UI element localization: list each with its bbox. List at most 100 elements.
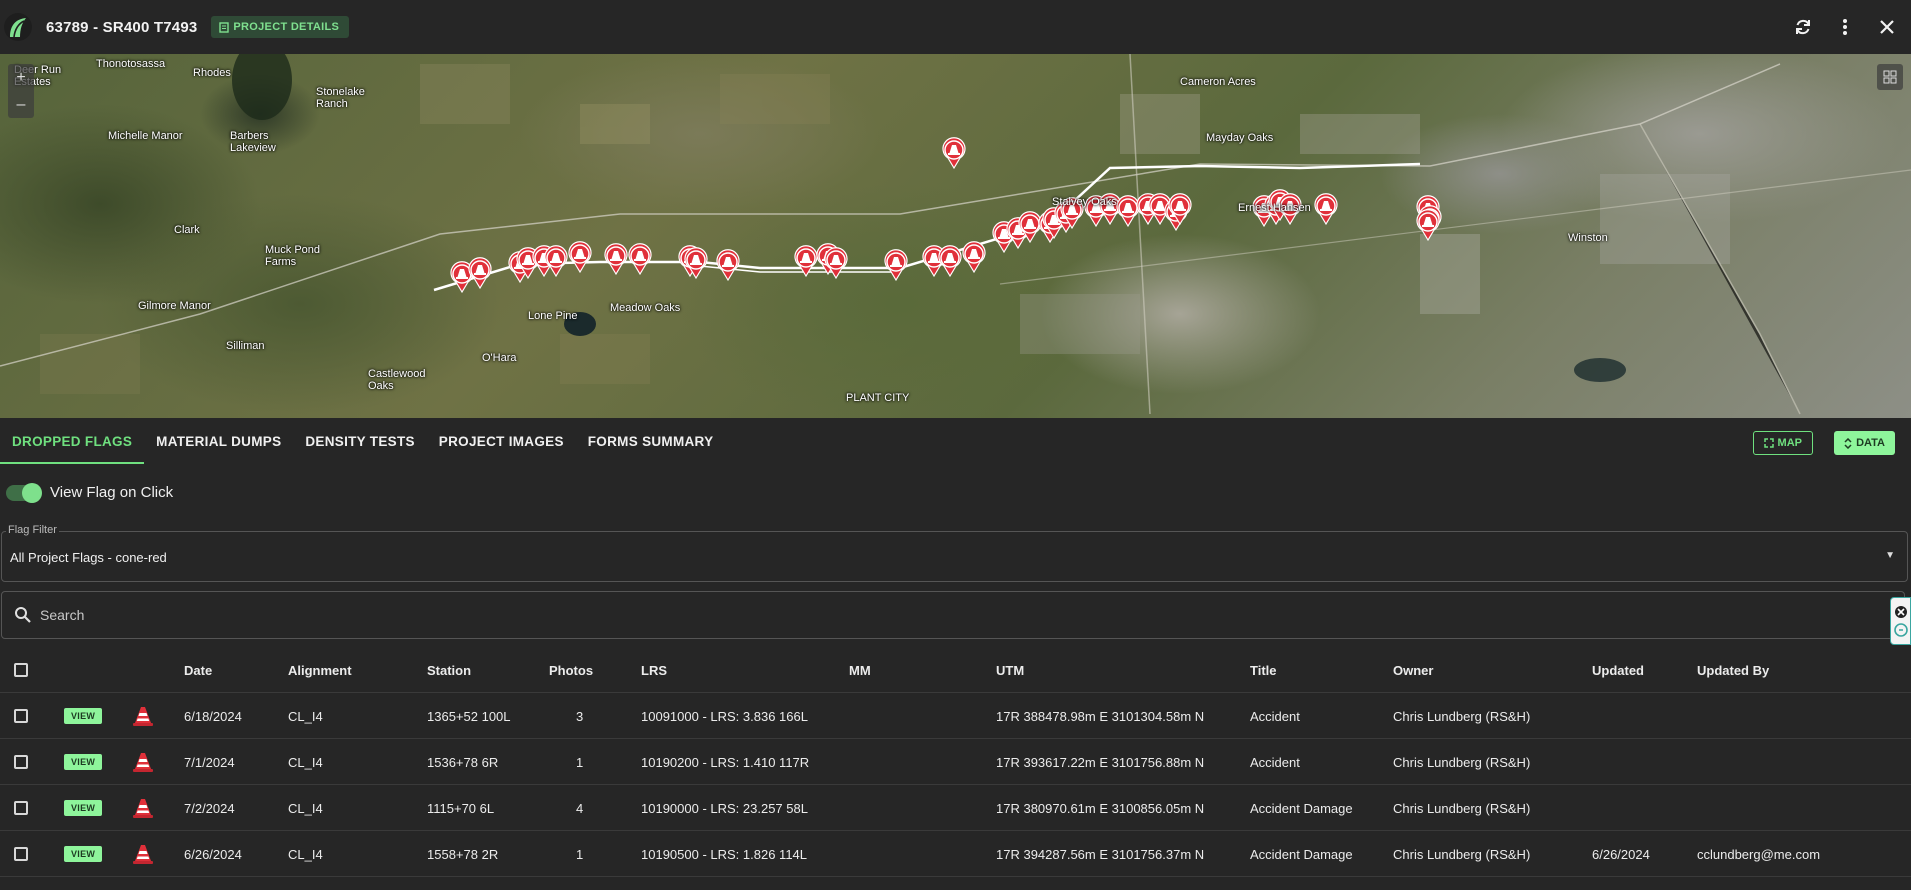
tab-dropped-flags[interactable]: DROPPED FLAGS [0, 418, 145, 464]
flag-marker-icon[interactable] [604, 243, 628, 276]
flag-marker-icon[interactable] [628, 243, 652, 276]
cell-photos: 1 [576, 846, 584, 862]
flag-marker-icon[interactable] [1314, 193, 1338, 226]
map-place-label: Michelle Manor [108, 130, 183, 142]
caret-down-icon: ▼ [1885, 550, 1895, 561]
cell-lrs: 10190500 - LRS: 1.826 114L [641, 846, 808, 862]
cell-lrs: 10190200 - LRS: 1.410 117R [641, 754, 810, 770]
table-row[interactable]: VIEW 7/1/2024 CL_I4 1536+78 6R 1 1019020… [0, 739, 1911, 785]
cell-alignment: CL_I4 [288, 800, 323, 816]
flag-markers[interactable] [450, 137, 1442, 294]
cell-date: 6/26/2024 [184, 846, 242, 862]
flag-marker-icon[interactable] [962, 241, 986, 274]
view-flag-button[interactable]: VIEW [64, 800, 103, 816]
column-header-photos[interactable]: Photos [549, 647, 593, 693]
cell-lrs: 10190000 - LRS: 23.257 58L [641, 800, 808, 816]
map-view-button[interactable]: MAP [1752, 431, 1813, 455]
cell-owner: Chris Lundberg (RS&H) [1393, 754, 1531, 770]
side-widget-tab[interactable] [1890, 597, 1911, 645]
column-header-updated[interactable]: Updated [1592, 647, 1644, 693]
column-header-station[interactable]: Station [427, 647, 471, 693]
column-header-lrs[interactable]: LRS [641, 647, 667, 693]
cell-title: Accident [1250, 754, 1300, 770]
flag-marker-icon[interactable] [1116, 195, 1140, 228]
more-vert-icon[interactable] [1833, 15, 1857, 39]
flag-marker-icon[interactable] [544, 245, 568, 278]
flag-marker-icon[interactable] [468, 257, 492, 290]
app-logo-icon [4, 13, 32, 41]
row-checkbox[interactable] [14, 755, 28, 769]
cell-date: 7/2/2024 [184, 800, 235, 816]
view-flag-button[interactable]: VIEW [64, 708, 103, 724]
cell-lrs: 10091000 - LRS: 3.836 166L [641, 708, 808, 724]
column-header-mm[interactable]: MM [849, 647, 871, 693]
view-flag-toggle[interactable] [6, 482, 42, 503]
cell-station: 1536+78 6R [427, 754, 499, 770]
zoom-control[interactable]: + – [8, 64, 34, 118]
traffic-cone-icon [133, 799, 153, 818]
cell-station: 1365+52 100L [427, 708, 511, 724]
flag-marker-icon[interactable] [938, 245, 962, 278]
document-icon [219, 21, 230, 33]
zoom-in-icon[interactable]: + [16, 69, 25, 87]
map-place-label: Clark [174, 224, 200, 236]
satellite-map[interactable]: Deer Run EstatesThonotosassaRhodesStonel… [0, 54, 1911, 418]
column-header-title[interactable]: Title [1250, 647, 1277, 693]
flag-marker-icon[interactable] [884, 249, 908, 282]
cell-updated: 6/26/2024 [1592, 846, 1650, 862]
close-icon[interactable] [1875, 15, 1899, 39]
map-place-label: Ernest Hansen [1238, 202, 1311, 214]
refresh-icon[interactable] [1791, 15, 1815, 39]
table-row[interactable]: VIEW 7/2/2024 CL_I4 1115+70 6L 4 1019000… [0, 785, 1911, 831]
table-row[interactable]: VIEW 6/18/2024 CL_I4 1365+52 100L 3 1009… [0, 693, 1911, 739]
map-place-label: Mayday Oaks [1206, 132, 1274, 144]
map-place-label: Castlewood Oaks [368, 368, 426, 392]
cell-owner: Chris Lundberg (RS&H) [1393, 800, 1531, 816]
column-header-date[interactable]: Date [184, 647, 212, 693]
map-place-label: PLANT CITY [846, 392, 910, 404]
map-place-label: Stalvey Oaks [1052, 196, 1117, 208]
flags-table: Date Alignment Station Photos LRS MM UTM… [0, 647, 1911, 877]
layers-grid-icon[interactable] [1877, 64, 1903, 90]
flag-marker-icon[interactable] [568, 241, 592, 274]
table-row[interactable]: VIEW 6/26/2024 CL_I4 1558+78 2R 1 101905… [0, 831, 1911, 877]
traffic-cone-icon [133, 753, 153, 772]
cell-alignment: CL_I4 [288, 754, 323, 770]
flag-marker-icon[interactable] [942, 137, 966, 170]
search-input[interactable] [40, 607, 1840, 623]
traffic-cone-icon [133, 845, 153, 864]
cell-title: Accident Damage [1250, 846, 1353, 862]
map-place-label: Gilmore Manor [138, 300, 211, 312]
cell-alignment: CL_I4 [288, 708, 323, 724]
zoom-out-icon[interactable]: – [17, 96, 26, 114]
column-header-owner[interactable]: Owner [1393, 647, 1433, 693]
row-checkbox[interactable] [14, 801, 28, 815]
column-header-alignment[interactable]: Alignment [288, 647, 352, 693]
cell-station: 1115+70 6L [427, 800, 495, 816]
project-details-label: PROJECT DETAILS [233, 21, 340, 33]
data-view-button[interactable]: DATA [1834, 431, 1895, 455]
cell-utm: 17R 394287.56m E 3101756.37m N [996, 846, 1205, 862]
tab-bar: DROPPED FLAGS MATERIAL DUMPS DENSITY TES… [0, 418, 1911, 464]
row-checkbox[interactable] [14, 847, 28, 861]
cell-updated-by: cclundberg@me.com [1697, 846, 1821, 862]
map-place-label: Meadow Oaks [610, 302, 681, 314]
flag-marker-icon[interactable] [716, 249, 740, 282]
view-flag-button[interactable]: VIEW [64, 846, 103, 862]
tab-density-tests[interactable]: DENSITY TESTS [293, 418, 426, 464]
select-all-checkbox[interactable] [14, 663, 28, 677]
cell-utm: 17R 393617.22m E 3101756.88m N [996, 754, 1205, 770]
map-view-label: MAP [1777, 437, 1802, 449]
project-details-button[interactable]: PROJECT DETAILS [211, 16, 350, 38]
tab-project-images[interactable]: PROJECT IMAGES [427, 418, 576, 464]
map-place-label: Barbers Lakeview [230, 130, 276, 154]
row-checkbox[interactable] [14, 709, 28, 723]
cell-utm: 17R 388478.98m E 3101304.58m N [996, 708, 1205, 724]
column-header-utm[interactable]: UTM [996, 647, 1024, 693]
view-flag-button[interactable]: VIEW [64, 754, 103, 770]
flag-filter-legend: Flag Filter [6, 524, 59, 536]
column-header-updated-by[interactable]: Updated By [1697, 647, 1769, 693]
flag-filter-select[interactable]: Flag Filter All Project Flags - cone-red… [1, 524, 1908, 582]
tab-material-dumps[interactable]: MATERIAL DUMPS [144, 418, 293, 464]
tab-forms-summary[interactable]: FORMS SUMMARY [576, 418, 726, 464]
